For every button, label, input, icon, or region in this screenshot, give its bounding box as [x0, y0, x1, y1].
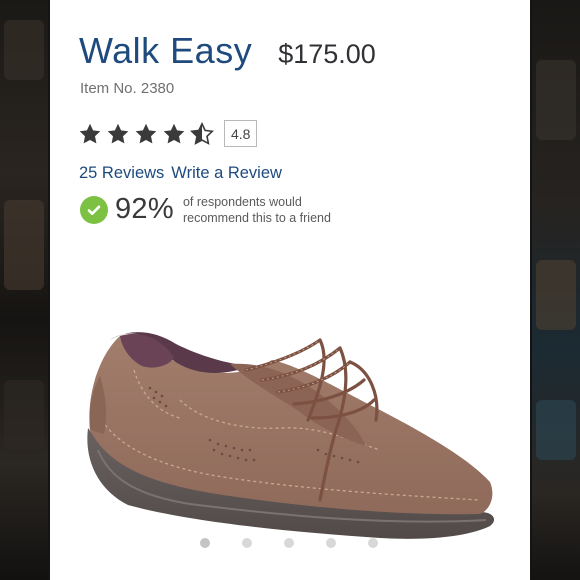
carousel-indicator	[200, 538, 410, 548]
star-icon	[135, 123, 157, 143]
carousel-dot[interactable]	[242, 538, 252, 548]
carousel-dot[interactable]	[200, 538, 210, 548]
carousel-dot[interactable]	[368, 538, 378, 548]
star-half-icon	[190, 121, 214, 145]
title-row: Walk Easy $175.00	[79, 30, 376, 72]
product-name: Walk Easy	[79, 30, 253, 71]
recommend-text-line1: of respondents would	[182, 194, 302, 209]
carousel-dot[interactable]	[284, 538, 294, 548]
background-tile	[4, 380, 44, 450]
background-tile	[536, 60, 576, 140]
checkmark-icon	[80, 195, 108, 224]
rating-row[interactable]: 4.8	[78, 120, 258, 147]
product-image[interactable]	[50, 300, 530, 550]
background-right	[532, 0, 580, 580]
recommend-text-line2: recommend this to a friend	[182, 210, 331, 225]
background-left	[0, 0, 48, 580]
recommend-text: of respondents would recommend this to a…	[183, 194, 331, 226]
carousel-dot[interactable]	[326, 538, 336, 548]
background-tile	[4, 20, 44, 80]
rating-value: 4.8	[224, 120, 258, 147]
background-tile	[536, 400, 576, 460]
write-review-link[interactable]: Write a Review	[171, 164, 282, 183]
item-number: Item No. 2380	[80, 80, 175, 97]
recommendation: 92% of respondents would recommend this …	[80, 193, 331, 226]
background-tile	[4, 200, 44, 290]
product-card: Walk Easy $175.00 Item No. 2380 4.8 25 R…	[50, 0, 530, 580]
reviews-count-link[interactable]: 25 Reviews	[79, 164, 164, 183]
star-icon	[163, 123, 185, 143]
recommend-percent: 92%	[115, 193, 174, 225]
review-links: 25 Reviews Write a Review	[79, 164, 282, 183]
product-price: $175.00	[278, 39, 376, 69]
background-tile	[536, 260, 576, 330]
star-icon	[79, 123, 101, 143]
star-icon	[107, 123, 129, 143]
